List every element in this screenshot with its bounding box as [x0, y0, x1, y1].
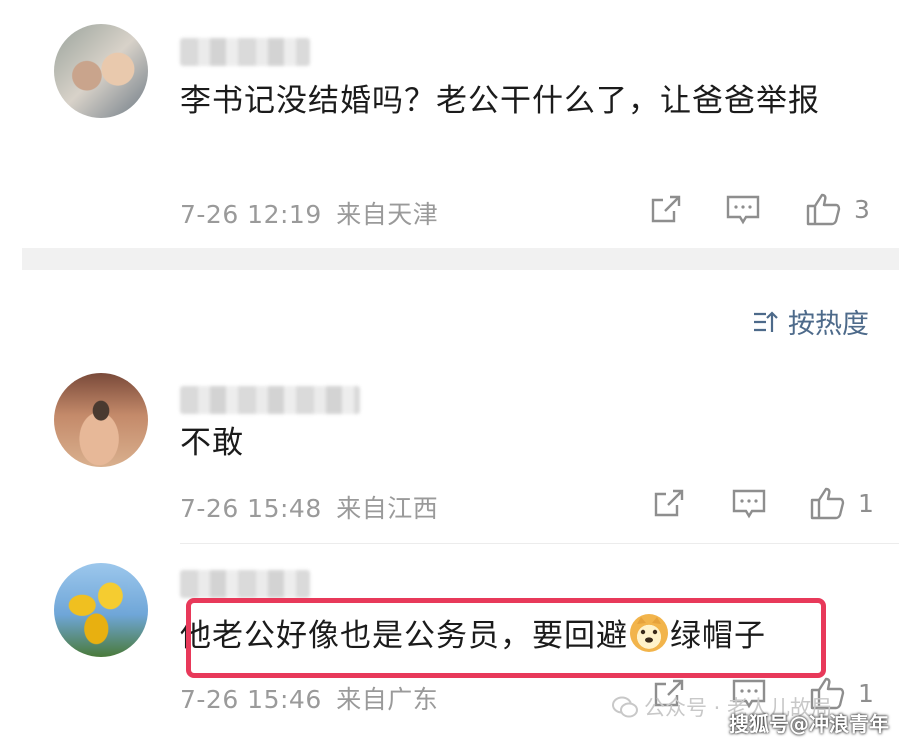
avatar[interactable]: [54, 24, 148, 118]
comment-time: 7-26 15:46: [180, 685, 322, 714]
comment-button[interactable]: [732, 489, 766, 519]
comment-meta: 7-26 15:46 来自广东: [180, 680, 438, 716]
comment-time: 7-26 12:19: [180, 200, 322, 229]
comment-icon: [726, 195, 760, 225]
share-icon: [651, 195, 681, 223]
sort-by-heat-button[interactable]: 按热度: [752, 302, 869, 341]
comment-button[interactable]: [726, 195, 760, 225]
like-count: 3: [854, 194, 870, 224]
comment-time: 7-26 15:48: [180, 494, 322, 523]
share-icon: [654, 489, 684, 517]
comment-icon: [732, 489, 766, 519]
thumbs-up-icon: [806, 193, 841, 226]
username[interactable]: [180, 386, 360, 414]
comment-text: 李书记没结婚吗？老公干什么了，让爸爸举报: [180, 83, 820, 119]
like-count: 1: [858, 488, 874, 518]
like-button[interactable]: 3: [806, 192, 870, 226]
brand-watermark: 搜狐号@冲浪青年: [729, 712, 889, 736]
section-divider: [22, 248, 899, 270]
sort-icon: [754, 310, 778, 332]
sort-label: 按热度: [788, 309, 869, 340]
like-button[interactable]: 1: [810, 486, 874, 520]
comment-location: 来自天津: [336, 200, 439, 229]
avatar[interactable]: [54, 563, 148, 657]
comment-text: 不敢: [180, 425, 244, 461]
comment-divider: [180, 543, 899, 544]
comment-location: 来自广东: [336, 685, 439, 714]
comment-meta: 7-26 12:19 来自天津: [180, 195, 438, 231]
comment-location: 来自江西: [336, 494, 439, 523]
share-button[interactable]: [650, 194, 682, 224]
avatar[interactable]: [54, 373, 148, 467]
like-count: 1: [858, 678, 874, 708]
highlight-box: [186, 598, 826, 678]
share-button[interactable]: [653, 488, 685, 518]
username[interactable]: [180, 38, 310, 66]
wechat-icon: [612, 696, 638, 718]
comment-meta: 7-26 15:48 来自江西: [180, 489, 438, 525]
username[interactable]: [180, 570, 310, 598]
thumbs-up-icon: [810, 487, 845, 520]
